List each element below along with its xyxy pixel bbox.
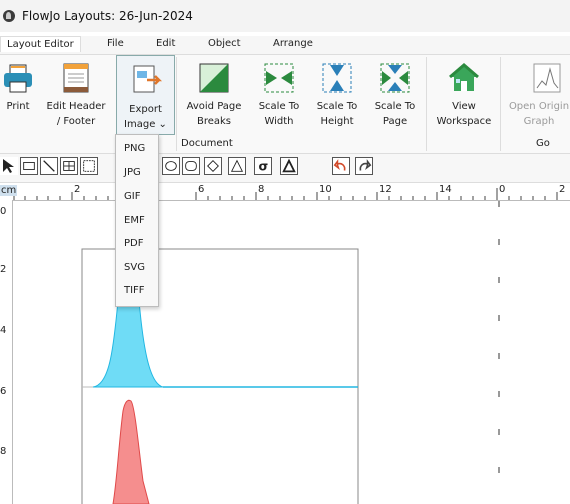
flowjo-logo-icon (3, 10, 15, 22)
ruler-top-label: 10 (319, 184, 332, 195)
scale-height-icon (322, 63, 352, 93)
delta-tool-icon[interactable] (280, 157, 298, 175)
ruler-top-label: 14 (439, 184, 452, 195)
format-gif[interactable]: GIF (124, 191, 140, 202)
edit-footer-label: / Footer (56, 116, 96, 127)
view-workspace-button[interactable]: View Workspace (432, 55, 496, 135)
scale-page-label-2: Page (382, 116, 408, 127)
ruler-top-label: 2 (74, 184, 81, 195)
print-label: Print (6, 101, 30, 112)
undo-icon[interactable] (332, 157, 350, 175)
menu-bar: Layout Editor File Edit Object Arrange (0, 36, 570, 54)
avoid-page-breaks-button[interactable]: Avoid Page Breaks (181, 55, 247, 135)
menu-file[interactable]: File (107, 38, 124, 49)
edit-header-label: Edit Header (46, 101, 106, 112)
chevron-down-icon: ⌄ (155, 119, 167, 130)
graph-icon (533, 63, 561, 93)
export-label: Export (129, 104, 162, 115)
format-pdf[interactable]: PDF (124, 238, 143, 249)
sigma-tool-icon[interactable]: σ (254, 157, 272, 175)
red-histogram[interactable] (112, 399, 150, 504)
ribbon: Print Edit Header / Footer Export Image … (0, 54, 570, 154)
ruler-top-label: 6 (198, 184, 205, 195)
scale-width-label-1: Scale To (258, 101, 300, 112)
scale-to-height-button[interactable]: Scale To Height (311, 55, 363, 135)
export-format-dropdown: PNG JPG GIF EMF PDF SVG TIFF (115, 134, 159, 307)
ruler-top-label: 8 (258, 184, 265, 195)
ruler-top-label: 12 (379, 184, 392, 195)
graph-label: Graph (523, 116, 555, 127)
scale-page-label-1: Scale To (374, 101, 416, 112)
arrow-pointer-icon[interactable] (0, 157, 18, 175)
table-tool-icon[interactable] (60, 157, 78, 175)
format-jpg[interactable]: JPG (124, 167, 141, 178)
horizontal-ruler: cm 2 6 8 10 12 14 0 2 (0, 184, 570, 201)
edit-header-footer-button[interactable]: Edit Header / Footer (43, 55, 109, 135)
avoid-label: Avoid Page (186, 101, 242, 112)
menu-layout-editor[interactable]: Layout Editor (0, 36, 81, 52)
redo-icon[interactable] (355, 157, 373, 175)
print-button[interactable]: Print (0, 55, 36, 135)
open-origin-label: Open Origin (508, 101, 570, 112)
ellipse-tool-icon[interactable] (162, 157, 180, 175)
window-title: FlowJo Layouts: 26-Jun-2024 (22, 9, 193, 23)
home-icon (449, 63, 479, 91)
diamond-tool-icon[interactable] (204, 157, 222, 175)
image-label: Image (124, 119, 156, 130)
format-tiff[interactable]: TIFF (124, 285, 145, 296)
export-image-button[interactable]: Export Image ⌄ (116, 55, 175, 135)
rectangle-tool-icon[interactable] (20, 157, 38, 175)
drawing-toolbar: σ (0, 154, 570, 183)
ruler-left-label: 4 (0, 325, 7, 336)
ruler-left-label: 2 (0, 264, 7, 275)
scale-height-label-2: Height (320, 116, 354, 127)
format-png[interactable]: PNG (124, 143, 145, 154)
open-origin-graph-button[interactable]: Open Origin Graph (508, 55, 570, 135)
scale-page-icon (380, 63, 410, 93)
avoid-page-breaks-icon (199, 63, 229, 93)
scale-to-width-button[interactable]: Scale To Width (253, 55, 305, 135)
triangle-tool-icon[interactable] (228, 157, 246, 175)
menu-edit[interactable]: Edit (156, 38, 175, 49)
ribbon-separator (426, 57, 427, 151)
ruler-ticks (13, 188, 558, 200)
group-label-document: Document (181, 138, 233, 149)
printer-icon (4, 64, 32, 93)
format-emf[interactable]: EMF (124, 215, 145, 226)
ruler-top-label: 2 (559, 184, 566, 195)
ruler-top-label: 0 (499, 184, 506, 195)
grid-tool-icon[interactable] (80, 157, 98, 175)
ruler-left-label: 8 (0, 446, 7, 457)
header-footer-icon (63, 63, 89, 93)
ribbon-separator (176, 57, 177, 151)
export-image-icon (133, 65, 162, 93)
scale-height-label-1: Scale To (316, 101, 358, 112)
rounded-rect-tool-icon[interactable] (182, 157, 200, 175)
format-svg[interactable]: SVG (124, 262, 145, 273)
ruler-left-label: 6 (0, 386, 7, 397)
line-tool-icon[interactable] (40, 157, 58, 175)
menu-object[interactable]: Object (208, 38, 241, 49)
scale-to-page-button[interactable]: Scale To Page (369, 55, 421, 135)
layout-graphics (81, 201, 500, 504)
menu-arrange[interactable]: Arrange (273, 38, 313, 49)
ruler-left-label: 0 (0, 206, 7, 217)
title-bar: FlowJo Layouts: 26-Jun-2024 (0, 0, 570, 32)
layout-canvas[interactable] (13, 201, 570, 504)
breaks-label: Breaks (196, 116, 232, 127)
view-label: View (452, 101, 476, 112)
group-label-go: Go (536, 138, 550, 149)
workspace-label: Workspace (436, 116, 492, 127)
scale-width-icon (264, 63, 294, 93)
ribbon-separator (500, 57, 501, 151)
vertical-ruler: 0 2 4 6 8 (0, 200, 13, 504)
ruler-unit: cm (0, 185, 18, 196)
svg-text:σ: σ (259, 158, 269, 173)
scale-width-label-2: Width (264, 116, 294, 127)
